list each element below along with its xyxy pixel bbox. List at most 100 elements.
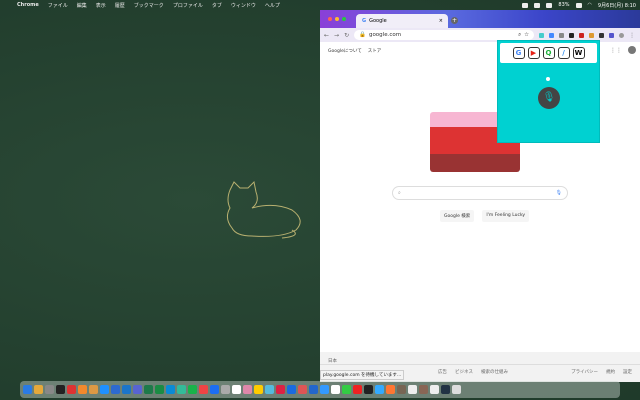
status-icon[interactable] bbox=[546, 2, 553, 8]
tab-google[interactable]: G Google × bbox=[356, 14, 448, 28]
shortcut-G-icon[interactable]: G bbox=[512, 47, 525, 59]
dock-app-icon[interactable] bbox=[45, 385, 54, 394]
more-menu-icon[interactable]: ⋮ bbox=[629, 32, 635, 39]
status-icon[interactable] bbox=[534, 2, 541, 8]
feeling-lucky-button[interactable]: I'm Feeling Lucky bbox=[482, 210, 530, 222]
battery-percent: 83% bbox=[558, 2, 570, 8]
footer-link-privacy[interactable]: プライバシー bbox=[571, 369, 598, 375]
dock-app-icon[interactable] bbox=[221, 385, 230, 394]
dock-app-icon[interactable] bbox=[441, 385, 450, 394]
dock-app-icon[interactable] bbox=[177, 385, 186, 394]
dock-app-icon[interactable] bbox=[56, 385, 65, 394]
dock-app-icon[interactable] bbox=[155, 385, 164, 394]
dock-app-icon[interactable] bbox=[133, 385, 142, 394]
bookmark-star-icon[interactable]: ☆ bbox=[524, 32, 529, 38]
dock-app-icon[interactable] bbox=[298, 385, 307, 394]
extension-icon[interactable] bbox=[559, 32, 565, 38]
dock-app-icon[interactable] bbox=[430, 385, 439, 394]
dock-app-icon[interactable] bbox=[122, 385, 131, 394]
extension-icon[interactable] bbox=[569, 32, 575, 38]
zoom-window-button[interactable] bbox=[342, 17, 346, 21]
status-icon[interactable] bbox=[522, 2, 529, 8]
dock-app-icon[interactable] bbox=[397, 385, 406, 394]
wifi-icon[interactable]: ◠ bbox=[588, 2, 592, 8]
dock-app-icon[interactable] bbox=[419, 385, 428, 394]
menu-edit[interactable]: 編集 bbox=[77, 2, 87, 9]
footer-link-business[interactable]: ビジネス bbox=[455, 369, 473, 375]
menu-history[interactable]: 履歴 bbox=[115, 2, 125, 9]
footer-link-how-search-works[interactable]: 検索の仕組み bbox=[481, 369, 508, 375]
apps-grid-icon[interactable]: ⋮⋮ bbox=[610, 47, 622, 54]
extension-icon[interactable] bbox=[589, 32, 595, 38]
back-icon[interactable]: ← bbox=[324, 32, 329, 39]
dock-app-icon[interactable] bbox=[166, 385, 175, 394]
about-link[interactable]: Googleについて bbox=[328, 48, 362, 54]
dock-app-icon[interactable] bbox=[452, 385, 461, 394]
dock-app-icon[interactable] bbox=[342, 385, 351, 394]
menu-window[interactable]: ウィンドウ bbox=[231, 2, 256, 9]
account-avatar[interactable] bbox=[628, 46, 636, 54]
menu-app[interactable]: Chrome bbox=[17, 2, 39, 8]
shortcut-▶-icon[interactable]: ▶ bbox=[527, 47, 540, 59]
search-icon[interactable]: ⌕ bbox=[518, 32, 521, 39]
dock-app-icon[interactable] bbox=[111, 385, 120, 394]
menu-view[interactable]: 表示 bbox=[96, 2, 106, 9]
shortcut-/-icon[interactable]: / bbox=[557, 47, 570, 59]
clock[interactable]: 9月6日(月) 8:10 bbox=[598, 2, 636, 9]
new-tab-button[interactable]: + bbox=[451, 17, 458, 24]
dock-app-icon[interactable] bbox=[265, 385, 274, 394]
dock-app-icon[interactable] bbox=[144, 385, 153, 394]
menu-help[interactable]: ヘルプ bbox=[265, 2, 280, 9]
dock-app-icon[interactable] bbox=[89, 385, 98, 394]
address-bar[interactable]: 🔒 google.com ⌕ ☆ bbox=[354, 30, 535, 40]
dock-app-icon[interactable] bbox=[67, 385, 76, 394]
menu-file[interactable]: ファイル bbox=[48, 2, 68, 9]
dock-app-icon[interactable] bbox=[254, 385, 263, 394]
reload-icon[interactable]: ↻ bbox=[344, 32, 349, 39]
battery-icon[interactable] bbox=[575, 2, 582, 8]
close-tab-icon[interactable]: × bbox=[439, 18, 443, 24]
menu-tab[interactable]: タブ bbox=[212, 2, 222, 9]
dock-app-icon[interactable] bbox=[199, 385, 208, 394]
dock-app-icon[interactable] bbox=[375, 385, 384, 394]
dock-app-icon[interactable] bbox=[364, 385, 373, 394]
dock-app-icon[interactable] bbox=[78, 385, 87, 394]
extension-icon[interactable] bbox=[579, 32, 585, 38]
footer-link-settings[interactable]: 設定 bbox=[623, 369, 632, 375]
dock-app-icon[interactable] bbox=[386, 385, 395, 394]
extension-icon[interactable] bbox=[539, 32, 545, 38]
store-link[interactable]: ストア bbox=[368, 48, 382, 54]
dock-app-icon[interactable] bbox=[210, 385, 219, 394]
footer: 日本 広告 ビジネス 検索の仕組み プライバシー 規約 設定 play.goog… bbox=[320, 352, 640, 382]
dock-app-icon[interactable] bbox=[188, 385, 197, 394]
dock-app-icon[interactable] bbox=[23, 385, 32, 394]
microphone-button[interactable]: 🎙 bbox=[538, 87, 560, 109]
footer-link-ads[interactable]: 広告 bbox=[438, 369, 447, 375]
dock-app-icon[interactable] bbox=[287, 385, 296, 394]
dock-app-icon[interactable] bbox=[34, 385, 43, 394]
puzzle-icon[interactable] bbox=[609, 32, 615, 38]
forward-icon[interactable]: → bbox=[334, 32, 339, 39]
dock-app-icon[interactable] bbox=[320, 385, 329, 394]
shortcut-Q-icon[interactable]: Q bbox=[542, 47, 555, 59]
dock-app-icon[interactable] bbox=[309, 385, 318, 394]
menu-profiles[interactable]: プロファイル bbox=[173, 2, 203, 9]
extension-icon[interactable] bbox=[549, 32, 555, 38]
footer-link-terms[interactable]: 規約 bbox=[606, 369, 615, 375]
minimize-window-button[interactable] bbox=[335, 17, 339, 21]
profile-avatar[interactable] bbox=[619, 32, 625, 38]
dock-app-icon[interactable] bbox=[353, 385, 362, 394]
dock-app-icon[interactable] bbox=[276, 385, 285, 394]
dock-app-icon[interactable] bbox=[331, 385, 340, 394]
search-box[interactable]: ⌕ 🎙 bbox=[392, 186, 568, 200]
dock-app-icon[interactable] bbox=[232, 385, 241, 394]
menu-bookmarks[interactable]: ブックマーク bbox=[134, 2, 164, 9]
voice-search-icon[interactable]: 🎙 bbox=[556, 190, 562, 196]
dock-app-icon[interactable] bbox=[408, 385, 417, 394]
shortcut-W-icon[interactable]: W bbox=[572, 47, 585, 59]
dock-app-icon[interactable] bbox=[243, 385, 252, 394]
close-window-button[interactable] bbox=[328, 17, 332, 21]
extension-icon[interactable] bbox=[599, 32, 605, 38]
google-search-button[interactable]: Google 検索 bbox=[440, 210, 475, 222]
dock-app-icon[interactable] bbox=[100, 385, 109, 394]
